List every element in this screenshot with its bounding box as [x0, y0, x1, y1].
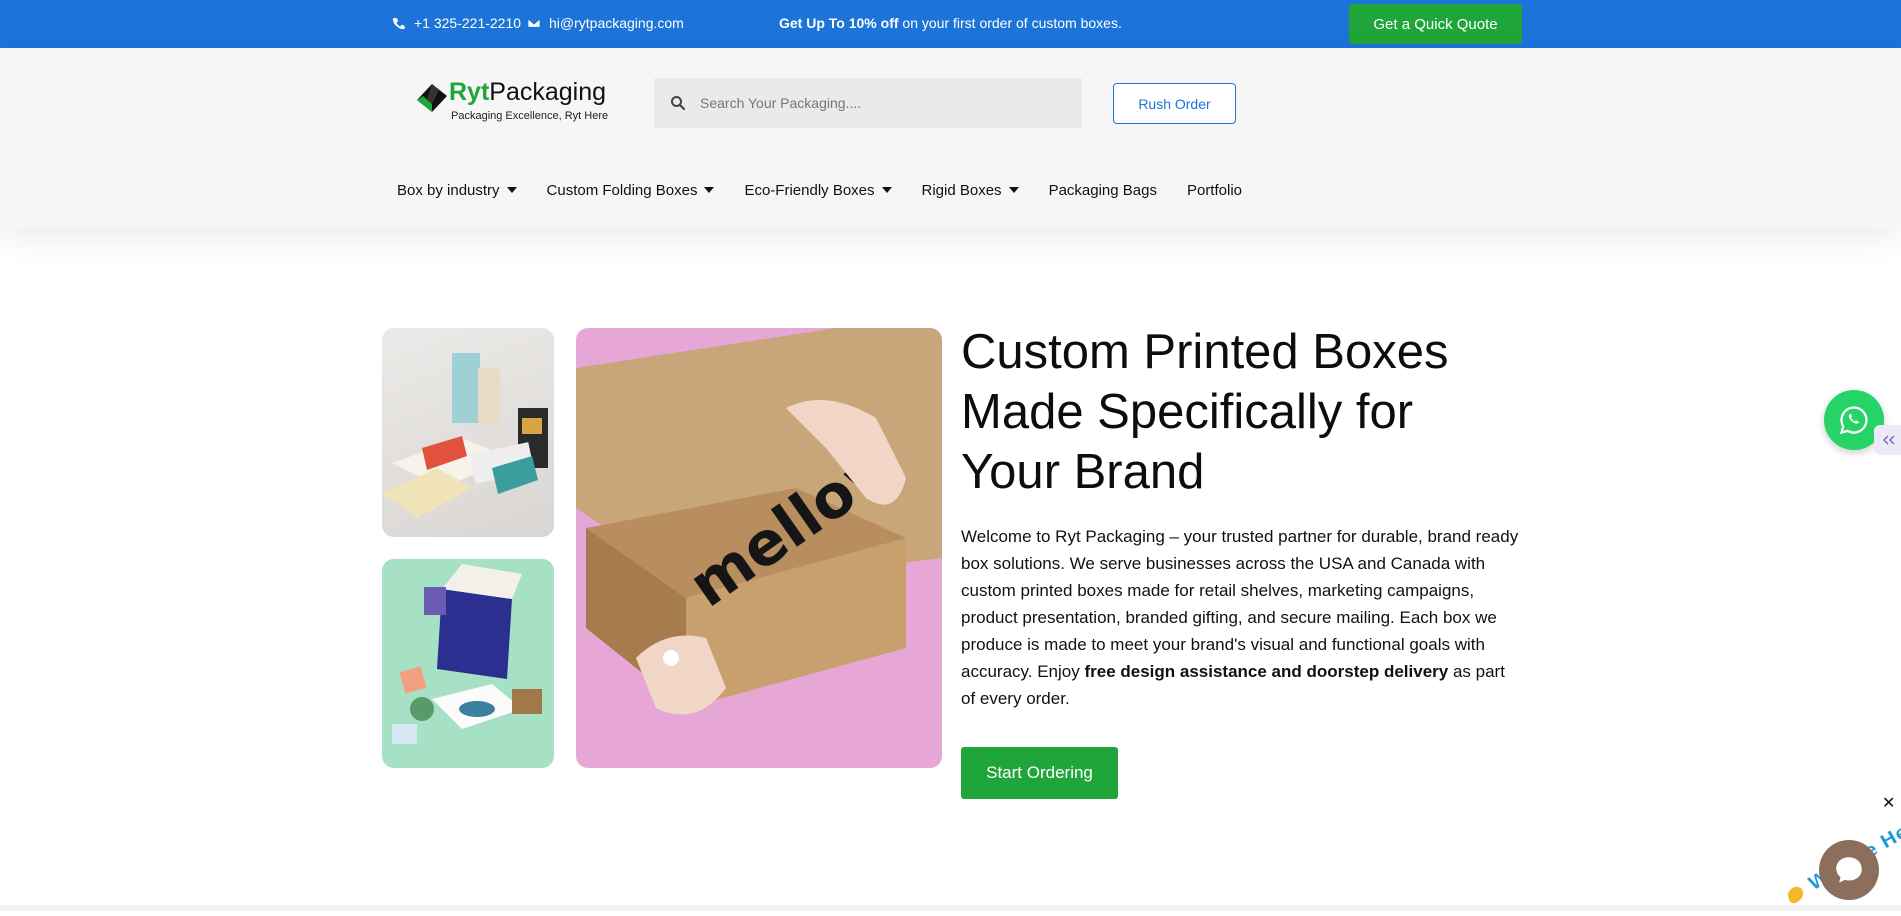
nav-label: Custom Folding Boxes	[546, 181, 698, 199]
chat-icon	[1836, 857, 1862, 883]
side-collapse-tab[interactable]	[1874, 425, 1901, 455]
logo-tagline: Packaging Excellence, Ryt Here	[451, 110, 609, 122]
mail-icon	[527, 18, 541, 28]
hero-description: Welcome to Ryt Packaging – your trusted …	[961, 523, 1521, 712]
logo-ryt: Ryt	[449, 78, 490, 106]
chat-button[interactable]	[1819, 840, 1879, 900]
logo[interactable]: RytPackaging Packaging Excellence, Ryt H…	[415, 78, 615, 128]
hero-text-bold: free design assistance and doorstep deli…	[1084, 662, 1449, 681]
logo-mark-icon	[417, 84, 447, 112]
email-contact[interactable]: hi@rytpackaging.com	[527, 15, 684, 31]
main-nav: Box by industry Custom Folding Boxes Eco…	[397, 179, 1272, 201]
logo-packaging: Packaging	[489, 78, 607, 106]
search-icon	[671, 96, 686, 111]
promo-bold: Get Up To 10% off	[779, 15, 899, 31]
nav-item-eco-friendly-boxes[interactable]: Eco-Friendly Boxes	[744, 181, 892, 199]
quick-quote-button[interactable]: Get a Quick Quote	[1349, 4, 1522, 44]
hero-image-mailer-box: mellow	[576, 328, 942, 768]
nav-item-custom-folding-boxes[interactable]: Custom Folding Boxes	[547, 182, 715, 199]
phone-number: +1 325-221-2210	[414, 15, 522, 31]
nav-item-box-by-industry[interactable]: Box by industry	[397, 182, 517, 199]
promo-rest: on your first order of custom boxes.	[898, 15, 1122, 31]
caret-down-icon	[881, 187, 892, 193]
hero-text-part1: Welcome to Ryt Packaging – your trusted …	[961, 527, 1519, 681]
nav-label: Box by industry	[397, 181, 500, 199]
hero-image-spirits-box	[382, 559, 554, 768]
nav-label: Rigid Boxes	[921, 181, 1002, 199]
nav-item-packaging-bags[interactable]: Packaging Bags	[1049, 182, 1157, 199]
email-address: hi@rytpackaging.com	[549, 15, 684, 31]
phone-contact[interactable]: +1 325-221-2210	[392, 15, 521, 31]
site-header: RytPackaging Packaging Excellence, Ryt H…	[0, 48, 1901, 228]
hero-image-product-boxes	[382, 328, 554, 537]
caret-down-icon	[704, 187, 715, 193]
hero-title: Custom Printed Boxes Made Specifically f…	[961, 325, 1449, 499]
nav-label: Packaging Bags	[1048, 181, 1157, 199]
nav-item-rigid-boxes[interactable]: Rigid Boxes	[922, 182, 1019, 199]
search-input[interactable]	[700, 95, 1060, 111]
caret-down-icon	[506, 187, 517, 193]
page-divider	[0, 905, 1901, 911]
chevron-left-icon	[1882, 435, 1895, 445]
search-bar	[654, 78, 1082, 128]
promo-text: Get Up To 10% off on your first order of…	[779, 15, 1122, 31]
whatsapp-icon	[1839, 406, 1868, 435]
phone-icon	[392, 17, 406, 30]
top-bar: +1 325-221-2210 hi@rytpackaging.com Get …	[0, 0, 1901, 48]
nav-label: Portfolio	[1186, 181, 1242, 199]
caret-down-icon	[1008, 187, 1019, 193]
nav-label: Eco-Friendly Boxes	[744, 181, 875, 199]
logo-text: RytPackaging	[449, 78, 606, 107]
start-ordering-button[interactable]: Start Ordering	[961, 747, 1118, 799]
nav-item-portfolio[interactable]: Portfolio	[1187, 182, 1242, 199]
rush-order-button[interactable]: Rush Order	[1113, 83, 1236, 124]
